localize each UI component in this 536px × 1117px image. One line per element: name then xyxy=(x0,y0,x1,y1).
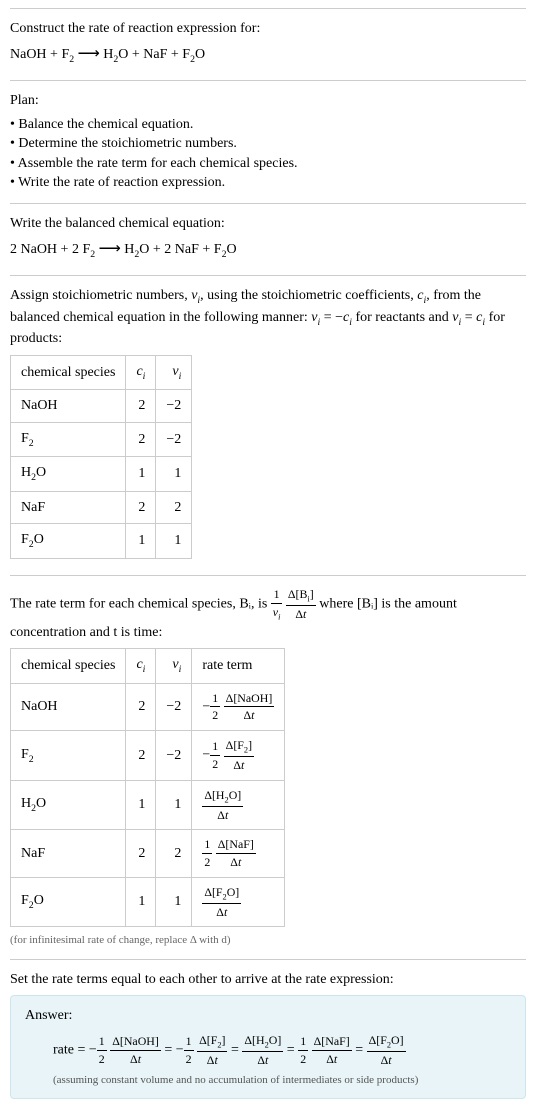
frac-1-over-vi: 1νi xyxy=(271,586,283,623)
cell-c: 2 xyxy=(126,830,156,877)
plan-list: Balance the chemical equation. Determine… xyxy=(10,115,526,193)
cell-c: 2 xyxy=(126,390,156,423)
frac-dBi-dt: Δ[Bi]Δt xyxy=(286,586,316,623)
table-header-row: chemical species ci νi rate term xyxy=(11,649,285,684)
rate-expression: rate = −12 Δ[NaOH]Δt = −12 Δ[F2]Δt = Δ[H… xyxy=(53,1032,511,1069)
plan-item: Balance the chemical equation. xyxy=(10,115,526,135)
cell-species: F2O xyxy=(11,877,126,927)
table-row: NaOH 2 −2 xyxy=(11,390,192,423)
cell-v: 1 xyxy=(156,457,192,492)
table-row: NaF 2 2 12 Δ[NaF]Δt xyxy=(11,830,285,877)
intro-prompt: Construct the rate of reaction expressio… xyxy=(10,19,526,39)
balanced-heading: Write the balanced chemical equation: xyxy=(10,214,526,234)
rateterm-section: The rate term for each chemical species,… xyxy=(10,575,526,959)
rateterm-heading: The rate term for each chemical species,… xyxy=(10,586,526,642)
rateterm-note: (for infinitesimal rate of change, repla… xyxy=(10,933,526,948)
col-vi: νi xyxy=(156,355,192,390)
cell-species: H2O xyxy=(11,457,126,492)
table-row: H2O 1 1 Δ[H2O]Δt xyxy=(11,780,285,830)
col-vi: νi xyxy=(156,649,192,684)
cell-v: 1 xyxy=(156,877,192,927)
stoich-section: Assign stoichiometric numbers, νi, using… xyxy=(10,275,526,575)
cell-rate-term: Δ[F2O]Δt xyxy=(192,877,285,927)
cell-c: 2 xyxy=(126,491,156,524)
cell-species: NaOH xyxy=(11,390,126,423)
col-species: chemical species xyxy=(11,649,126,684)
cell-c: 1 xyxy=(126,780,156,830)
balanced-equation: 2 NaOH + 2 F2 ⟶ H2O + 2 NaF + F2O xyxy=(10,238,526,262)
cell-v: −2 xyxy=(156,683,192,730)
final-heading: Set the rate terms equal to each other t… xyxy=(10,970,526,990)
table-header-row: chemical species ci νi xyxy=(11,355,192,390)
cell-c: 2 xyxy=(126,683,156,730)
cell-rate-term: −12 Δ[NaOH]Δt xyxy=(192,683,285,730)
intro-section: Construct the rate of reaction expressio… xyxy=(10,8,526,80)
cell-v: −2 xyxy=(156,731,192,781)
cell-species: NaF xyxy=(11,830,126,877)
plan-section: Plan: Balance the chemical equation. Det… xyxy=(10,80,526,203)
cell-species: F2 xyxy=(11,422,126,457)
cell-c: 1 xyxy=(126,877,156,927)
final-section: Set the rate terms equal to each other t… xyxy=(10,959,526,1109)
table-row: F2O 1 1 xyxy=(11,524,192,559)
cell-c: 2 xyxy=(126,731,156,781)
cell-species: F2 xyxy=(11,731,126,781)
cell-rate-term: 12 Δ[NaF]Δt xyxy=(192,830,285,877)
cell-species: NaF xyxy=(11,491,126,524)
cell-rate-term: −12 Δ[F2]Δt xyxy=(192,731,285,781)
cell-c: 1 xyxy=(126,524,156,559)
table-row: F2O 1 1 Δ[F2O]Δt xyxy=(11,877,285,927)
table-row: H2O 1 1 xyxy=(11,457,192,492)
cell-v: 2 xyxy=(156,491,192,524)
plan-heading: Plan: xyxy=(10,91,526,111)
cell-species: F2O xyxy=(11,524,126,559)
stoich-heading: Assign stoichiometric numbers, νi, using… xyxy=(10,286,526,349)
balanced-section: Write the balanced chemical equation: 2 … xyxy=(10,203,526,275)
table-row: NaOH 2 −2 −12 Δ[NaOH]Δt xyxy=(11,683,285,730)
answer-box: Answer: rate = −12 Δ[NaOH]Δt = −12 Δ[F2]… xyxy=(10,995,526,1099)
table-row: NaF 2 2 xyxy=(11,491,192,524)
cell-v: −2 xyxy=(156,390,192,423)
answer-label: Answer: xyxy=(25,1006,511,1026)
cell-v: −2 xyxy=(156,422,192,457)
unbalanced-equation: NaOH + F2 ⟶ H2O + NaF + F2O xyxy=(10,43,526,67)
col-species: chemical species xyxy=(11,355,126,390)
cell-rate-term: Δ[H2O]Δt xyxy=(192,780,285,830)
cell-species: H2O xyxy=(11,780,126,830)
col-rate-term: rate term xyxy=(192,649,285,684)
table-row: F2 2 −2 −12 Δ[F2]Δt xyxy=(11,731,285,781)
rateterm-table: chemical species ci νi rate term NaOH 2 … xyxy=(10,648,285,927)
cell-c: 2 xyxy=(126,422,156,457)
cell-species: NaOH xyxy=(11,683,126,730)
plan-item: Write the rate of reaction expression. xyxy=(10,173,526,193)
cell-v: 1 xyxy=(156,780,192,830)
stoich-table: chemical species ci νi NaOH 2 −2 F2 2 −2… xyxy=(10,355,192,559)
plan-item: Assemble the rate term for each chemical… xyxy=(10,154,526,174)
cell-v: 1 xyxy=(156,524,192,559)
plan-item: Determine the stoichiometric numbers. xyxy=(10,134,526,154)
table-row: F2 2 −2 xyxy=(11,422,192,457)
cell-v: 2 xyxy=(156,830,192,877)
assumption-note: (assuming constant volume and no accumul… xyxy=(53,1073,511,1088)
col-ci: ci xyxy=(126,649,156,684)
cell-c: 1 xyxy=(126,457,156,492)
col-ci: ci xyxy=(126,355,156,390)
